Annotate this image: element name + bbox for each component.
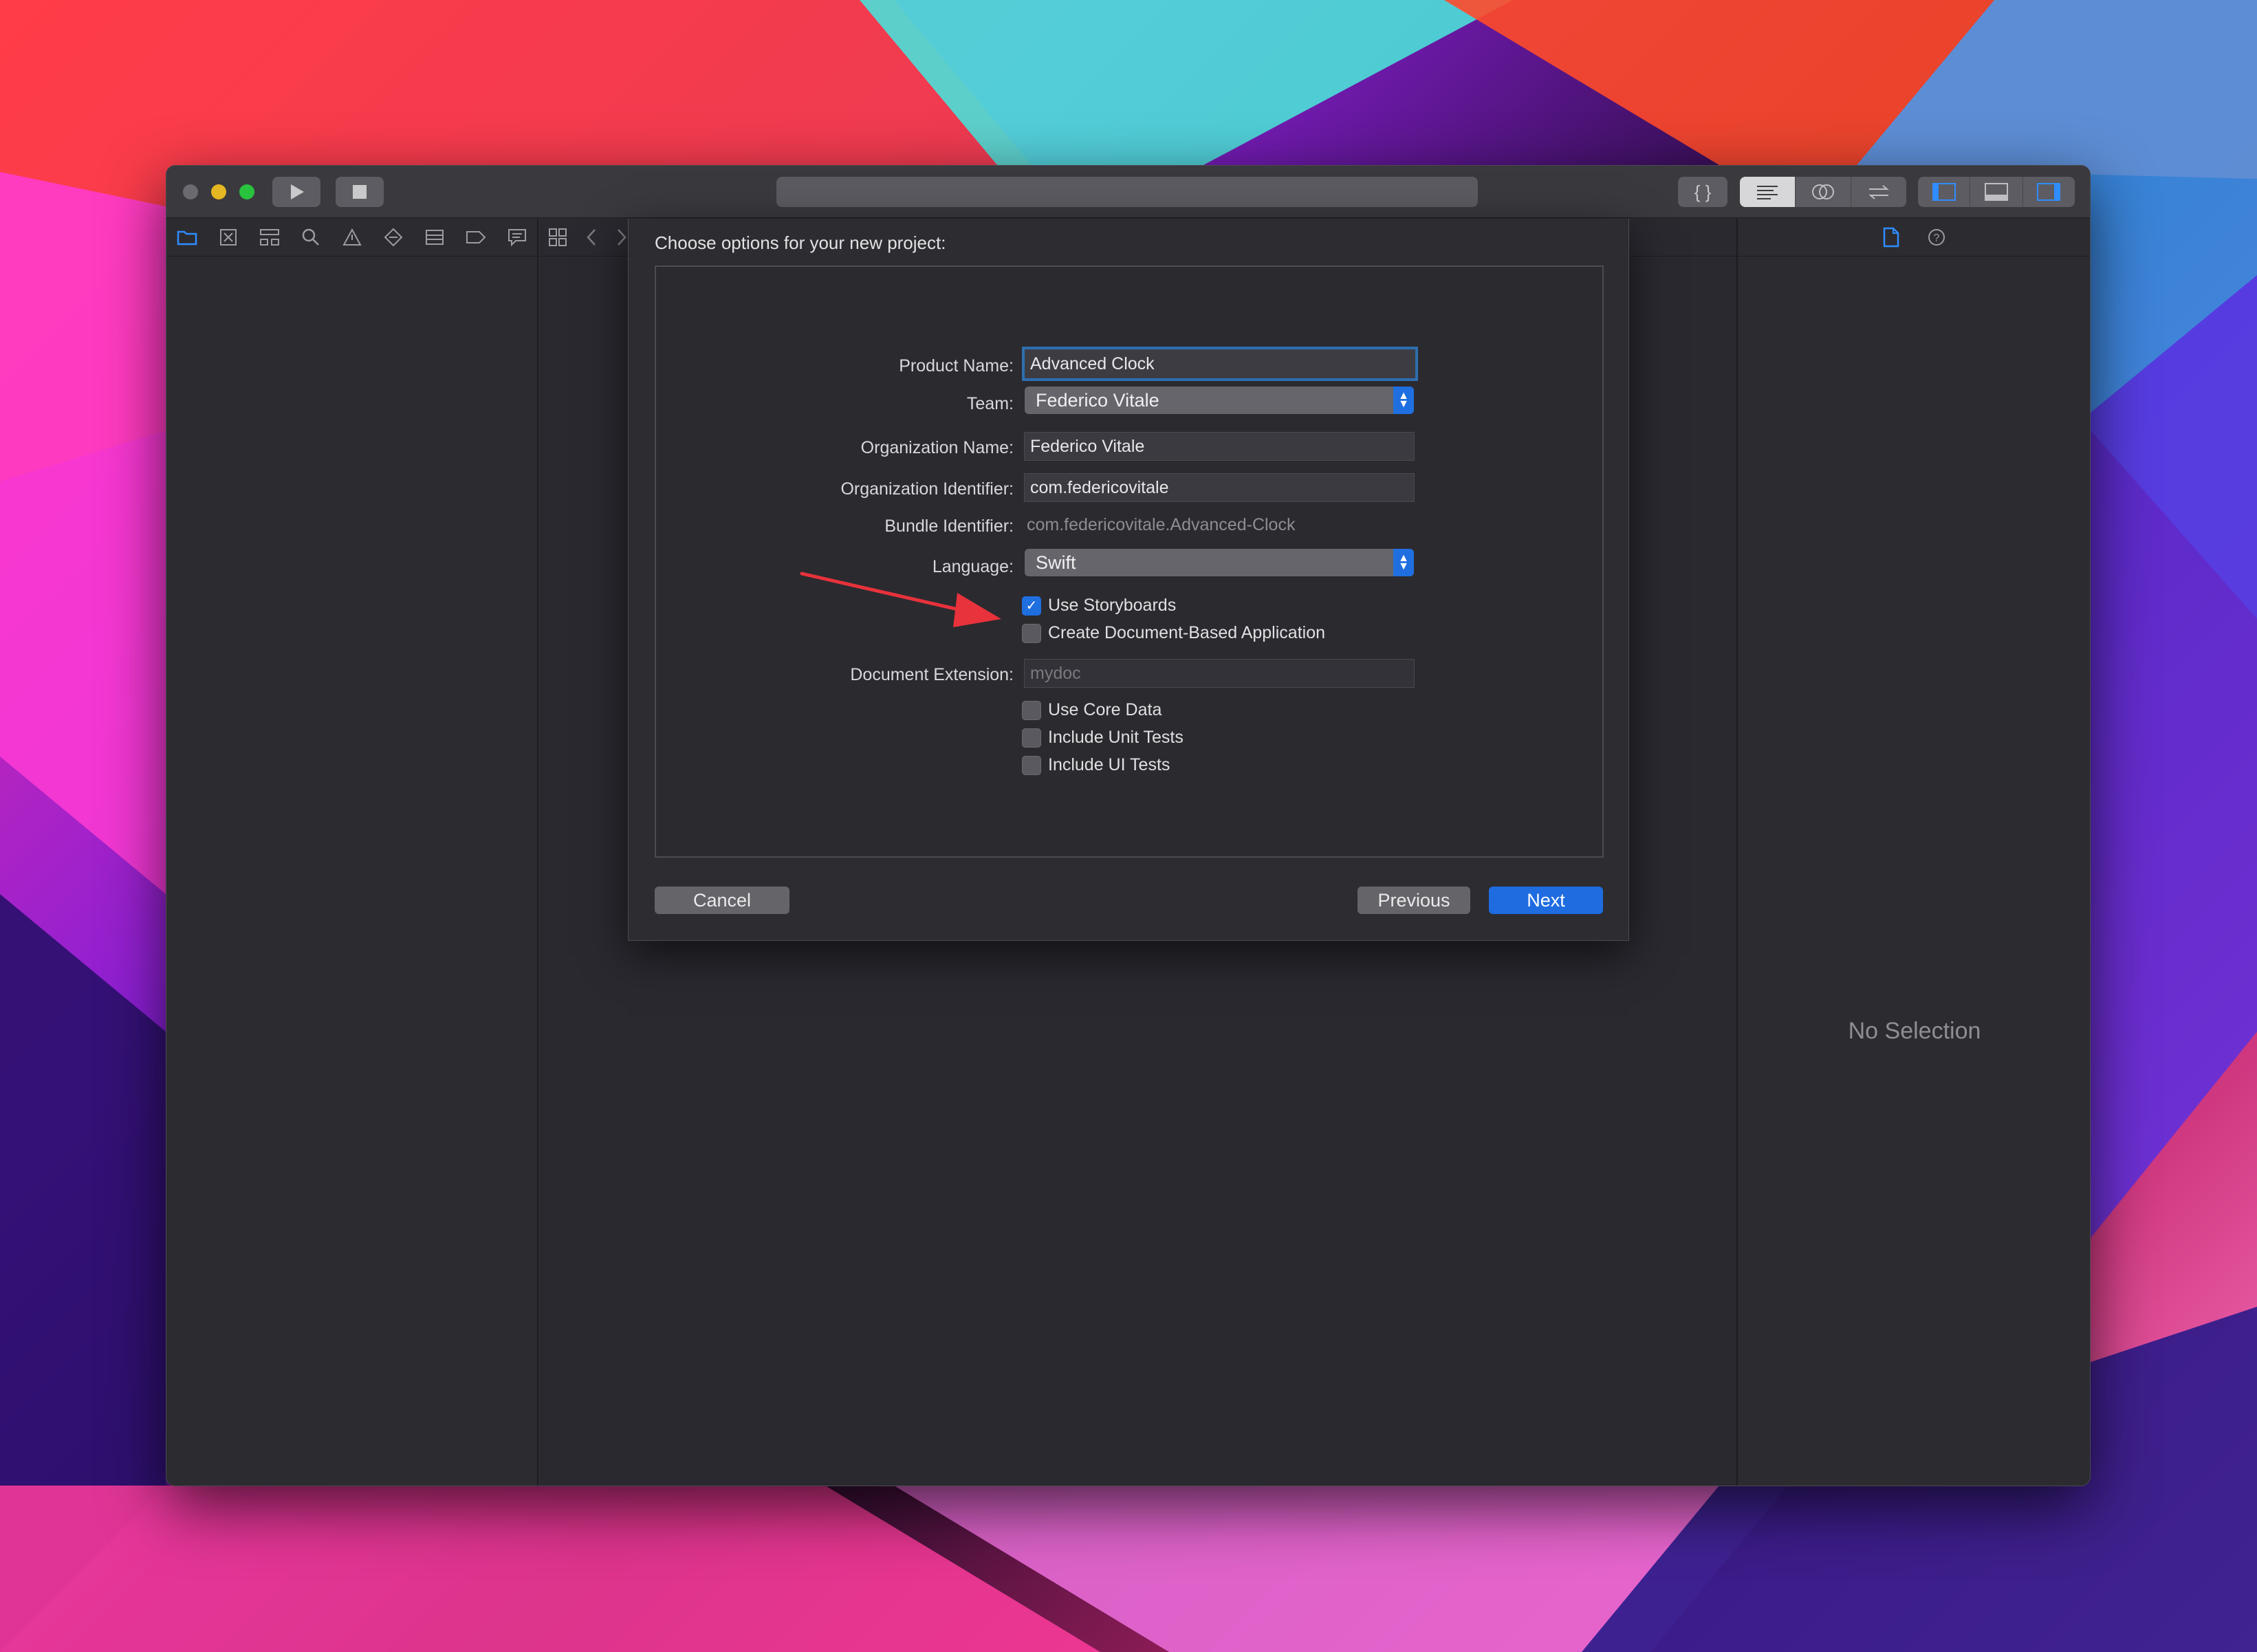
- forward-icon[interactable]: [615, 228, 628, 247]
- assistant-editor-icon[interactable]: [1796, 177, 1851, 207]
- doc-extension-label: Document Extension:: [850, 665, 1014, 684]
- editor-mode-segmented-control: [1740, 177, 1906, 207]
- navigator-tabs: [166, 219, 538, 257]
- team-value: Federico Vitale: [1036, 389, 1159, 411]
- help-icon[interactable]: ?: [1927, 228, 1946, 247]
- org-name-label: Organization Name:: [860, 438, 1014, 457]
- use-storyboards-label: Use Storyboards: [1048, 596, 1177, 615]
- sheet-title: Choose options for your new project:: [655, 232, 946, 253]
- test-icon[interactable]: [373, 228, 414, 247]
- checkbox-box: [1022, 755, 1041, 775]
- team-label: Team:: [966, 394, 1014, 413]
- file-inspector-icon[interactable]: [1883, 227, 1899, 248]
- breakpoint-icon[interactable]: [455, 230, 497, 244]
- unit-tests-label: Include Unit Tests: [1048, 728, 1184, 747]
- run-button[interactable]: [272, 177, 320, 207]
- svg-text:?: ?: [1934, 232, 1940, 244]
- inspector-area: ? No Selection: [1736, 219, 2090, 1486]
- core-data-checkbox[interactable]: Use Core Data: [1022, 700, 1162, 720]
- unit-tests-checkbox[interactable]: Include Unit Tests: [1022, 728, 1184, 748]
- document-based-checkbox[interactable]: Create Document-Based Application: [1022, 623, 1325, 643]
- debug-area-toggle-icon[interactable]: [1970, 177, 2023, 207]
- source-control-icon[interactable]: [208, 228, 249, 246]
- navigator-toggle-icon[interactable]: [1918, 177, 1971, 207]
- cancel-button[interactable]: Cancel: [655, 887, 789, 914]
- navigator-area: [166, 219, 538, 1486]
- team-popup[interactable]: Federico Vitale ▲ ▼: [1025, 387, 1414, 414]
- search-icon[interactable]: [290, 228, 331, 246]
- org-id-label: Organization Identifier:: [840, 479, 1014, 499]
- checkbox-box: [1022, 623, 1041, 643]
- doc-extension-input[interactable]: mydoc: [1024, 659, 1415, 688]
- play-icon: [291, 184, 304, 199]
- activity-viewer: [776, 177, 1478, 207]
- org-name-input[interactable]: Federico Vitale: [1024, 432, 1415, 461]
- bundle-id-label: Bundle Identifier:: [884, 517, 1014, 536]
- language-popup[interactable]: Swift ▲ ▼: [1025, 549, 1414, 576]
- debug-icon[interactable]: [414, 229, 455, 246]
- use-storyboards-checkbox[interactable]: ✓ Use Storyboards: [1022, 596, 1176, 616]
- checkmark-icon: ✓: [1022, 596, 1041, 616]
- ui-tests-label: Include UI Tests: [1048, 755, 1170, 774]
- popup-chevron-icon: ▲ ▼: [1393, 549, 1414, 576]
- toolbar: { }: [166, 166, 2090, 218]
- standard-editor-icon[interactable]: [1740, 177, 1796, 207]
- folder-icon[interactable]: [166, 229, 208, 246]
- stop-button[interactable]: [336, 177, 384, 207]
- product-name-label: Product Name:: [899, 356, 1014, 376]
- annotation-arrow-icon: [800, 572, 1001, 627]
- version-editor-icon[interactable]: [1851, 177, 1906, 207]
- org-id-input[interactable]: com.federicovitale: [1024, 473, 1415, 502]
- stop-icon: [353, 185, 367, 199]
- options-panel: Product Name: Advanced Clock Team: Feder…: [655, 265, 1604, 858]
- checkbox-box: [1022, 728, 1041, 748]
- grid-icon[interactable]: [548, 228, 567, 247]
- back-icon[interactable]: [585, 228, 598, 247]
- bundle-id-value: com.federicovitale.Advanced-Clock: [1027, 514, 1296, 534]
- product-name-input[interactable]: Advanced Clock: [1022, 347, 1418, 381]
- inspector-toggle-icon[interactable]: [2023, 177, 2075, 207]
- hierarchy-icon[interactable]: [249, 228, 290, 246]
- close-icon[interactable]: [183, 184, 198, 199]
- next-button[interactable]: Next: [1489, 887, 1603, 914]
- report-icon[interactable]: [497, 228, 538, 246]
- previous-button[interactable]: Previous: [1358, 887, 1470, 914]
- document-based-label: Create Document-Based Application: [1048, 623, 1326, 642]
- checkbox-box: [1022, 700, 1041, 720]
- inspector-tabs: ?: [1738, 219, 2090, 257]
- minimize-icon[interactable]: [211, 184, 226, 199]
- no-selection-label: No Selection: [1848, 1018, 1981, 1044]
- panel-toggles: [1918, 177, 2075, 207]
- language-value: Swift: [1036, 552, 1076, 573]
- new-project-sheet: Choose options for your new project: Pro…: [628, 219, 1629, 941]
- popup-chevron-icon: ▲ ▼: [1393, 387, 1414, 414]
- ui-tests-checkbox[interactable]: Include UI Tests: [1022, 755, 1170, 775]
- core-data-label: Use Core Data: [1048, 700, 1162, 719]
- zoom-icon[interactable]: [239, 184, 254, 199]
- library-button[interactable]: { }: [1678, 177, 1727, 207]
- warning-icon[interactable]: [331, 228, 373, 246]
